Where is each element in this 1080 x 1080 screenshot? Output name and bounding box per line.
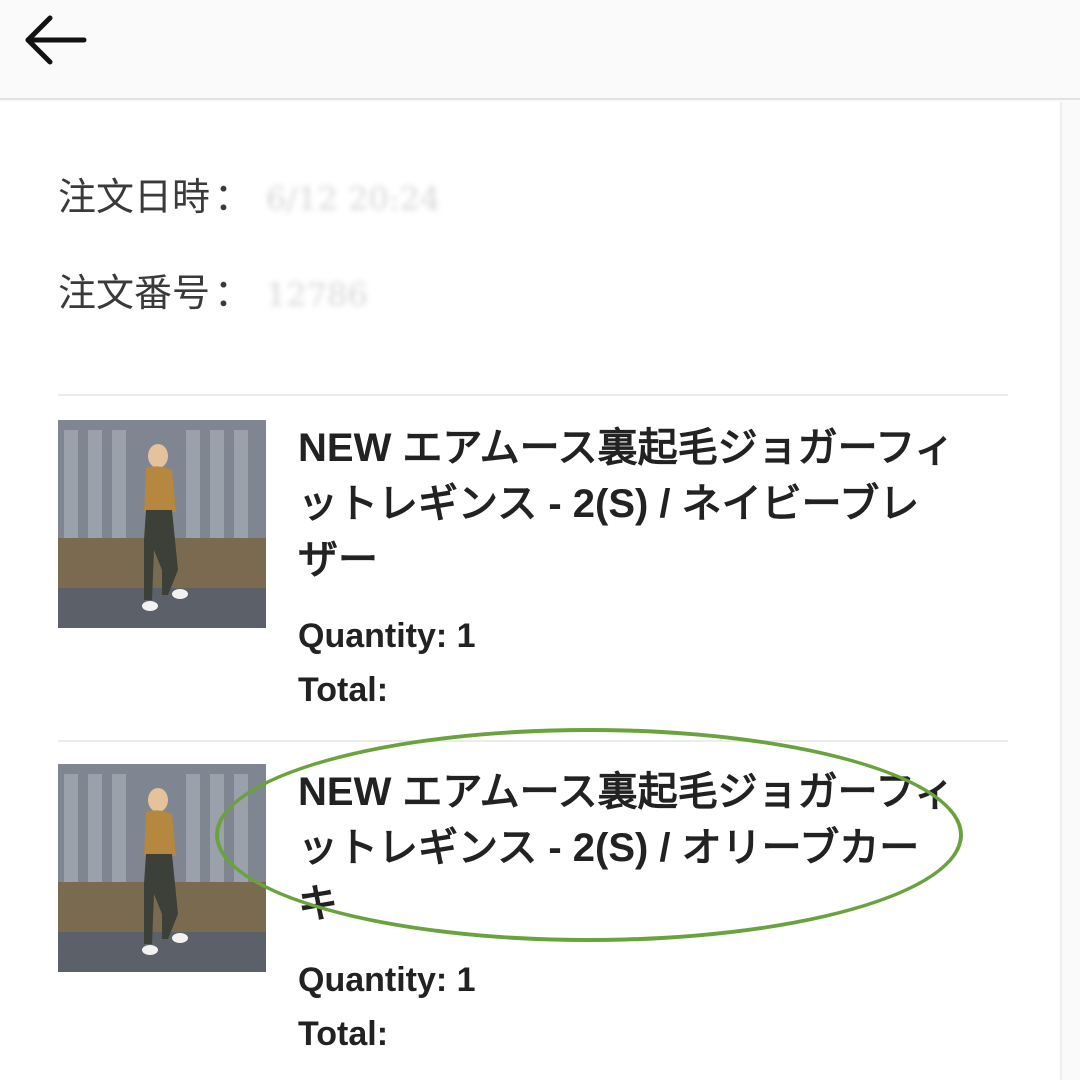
order-number-row: 注文番号： 12786 — [58, 262, 368, 317]
divider — [58, 740, 1008, 742]
order-number-colon: ： — [214, 271, 253, 315]
product-thumbnail[interactable] — [58, 420, 266, 628]
product-title[interactable]: NEW エアムース裏起毛ジョガーフィットレギンス - 2(S) / ネイビーブレ… — [298, 420, 958, 588]
order-number-label: 注文番号 — [58, 271, 211, 315]
order-number-value: 12786 — [266, 276, 368, 314]
order-date-row: 注文日時： 6/12 20:24 — [58, 166, 440, 221]
product-total: Total: — [298, 1015, 389, 1053]
top-bar — [0, 0, 1080, 100]
order-detail-panel: 注文日時： 6/12 20:24 注文番号： 12786 NEW エアムース裏起… — [0, 102, 1062, 1080]
product-quantity: Quantity: 1 — [298, 617, 476, 655]
order-date-colon: ： — [214, 175, 253, 219]
product-title[interactable]: NEW エアムース裏起毛ジョガーフィットレギンス - 2(S) / オリーブカー… — [298, 764, 958, 932]
order-date-value: 6/12 20:24 — [266, 180, 441, 218]
order-date-label: 注文日時 — [58, 175, 211, 219]
back-arrow-icon[interactable] — [20, 10, 90, 70]
divider — [58, 394, 1008, 396]
product-quantity: Quantity: 1 — [298, 961, 476, 999]
product-total: Total: — [298, 671, 389, 709]
product-thumbnail[interactable] — [58, 764, 266, 972]
